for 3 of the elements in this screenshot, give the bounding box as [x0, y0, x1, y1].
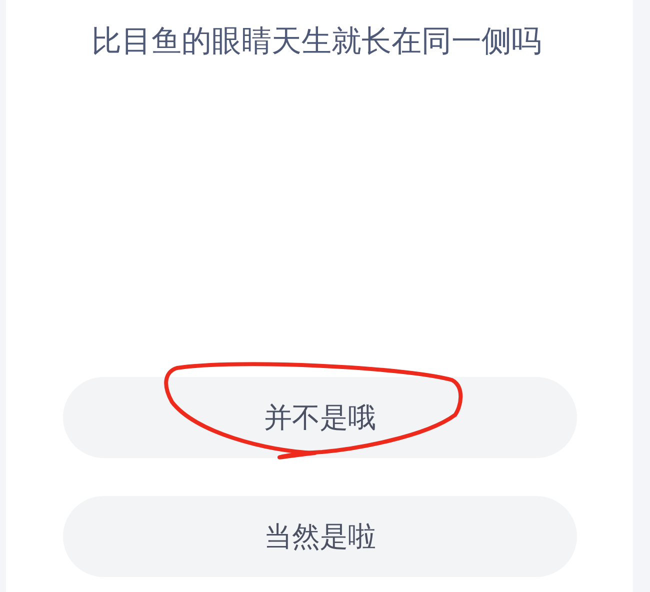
answer-option[interactable]: 并不是哦: [63, 377, 577, 458]
answer-option[interactable]: 当然是啦: [63, 496, 577, 577]
question-text: 比目鱼的眼睛天生就长在同一侧吗: [92, 23, 542, 61]
